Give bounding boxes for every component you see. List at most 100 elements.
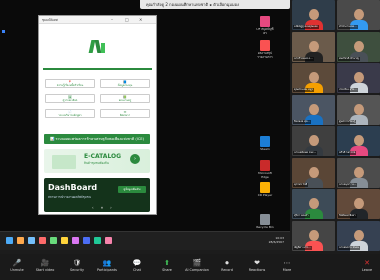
- participant-tile[interactable]: สุภาพร ใจดี: [292, 157, 335, 188]
- control-icon: 🎤: [12, 259, 22, 267]
- control-icon: 🎥: [40, 259, 50, 267]
- app-logo: [88, 38, 108, 55]
- control-label: Security: [70, 268, 84, 272]
- participant-tile[interactable]: สุริยา ทองคำ: [292, 189, 335, 219]
- participant-name: ประเทือง สุริย...: [338, 88, 358, 92]
- control-chat-button[interactable]: 💬 Chat: [122, 258, 152, 273]
- menu-button[interactable]: 🖼 ดูรายละเอียด: [45, 94, 95, 103]
- control-more-button[interactable]: ⋯ More: [272, 258, 302, 273]
- taskbar-app-icon[interactable]: [28, 237, 35, 244]
- participant-name: นายอนุชา วง...: [338, 182, 358, 187]
- participant-tile[interactable]: คุณส่วนเล่ม หนูร: [292, 63, 335, 93]
- dashboard-more-button[interactable]: ดูข้อมูลเพิ่มเติม: [118, 186, 146, 193]
- participant-avatar: [309, 135, 319, 146]
- control-share-button[interactable]: ⬆ Share: [152, 258, 182, 273]
- desktop-icon[interactable]: Microsoft Edge: [255, 160, 275, 179]
- control-start-video-button[interactable]: 🎥 Start video: [30, 258, 60, 273]
- menu-button-label: ระบบบริหารหลักสูตร: [58, 114, 82, 117]
- participant-avatar: [354, 166, 364, 178]
- app-icon: [260, 214, 270, 225]
- participant-tile[interactable]: นายสมชาย มั่นคง: [337, 220, 380, 251]
- taskbar-app-icon[interactable]: [6, 237, 13, 244]
- desktop-icon-label: Recycle Bin: [256, 225, 274, 229]
- control-label: Start video: [35, 268, 55, 272]
- desktop-icon[interactable]: Recycle Bin: [255, 214, 275, 230]
- menu-button[interactable]: ✉ ติดต่อเรา: [100, 109, 150, 118]
- participant-name: ปิยะพงษ์ สุข...: [293, 119, 311, 124]
- control-security-button[interactable]: 🛡 Security: [62, 258, 92, 273]
- maximize-icon[interactable]: □: [125, 16, 129, 24]
- ecatalog-banner[interactable]: E-CATALOG สินค้าชุมชนท้องถิ่น ›: [44, 149, 150, 173]
- taskbar-app-icon[interactable]: [17, 237, 24, 244]
- menu-button-label: ข้อมูลกองทุน: [117, 84, 133, 87]
- control-record-button[interactable]: ⏺ Record: [212, 258, 242, 273]
- participant-name: สมเกียรติ ชำนาญ: [338, 56, 360, 61]
- desktop-icon[interactable]: CR Player: [255, 182, 275, 198]
- menu-button[interactable]: 📘 ข้อมูลกองทุน: [100, 79, 150, 88]
- participant-tile[interactable]: สมเกียรติ ชำนาญ: [337, 31, 380, 62]
- participant-tile[interactable]: ปิยะพงษ์ สุข...: [292, 94, 335, 125]
- control-label: Reactions: [248, 268, 266, 272]
- participant-avatar: [309, 229, 319, 241]
- participant-tile[interactable]: นายเฉลิมพล ชนะ...: [292, 126, 335, 156]
- participant-tile[interactable]: ณัฐธิดา แก้ว...: [292, 220, 335, 251]
- app-icon: [260, 40, 270, 51]
- arrow-icon: ›: [130, 154, 140, 164]
- participant-name: ณัฐธิดา แก้ว...: [293, 245, 312, 250]
- taskbar-app-icon[interactable]: [72, 237, 79, 244]
- taskbar-app-icon[interactable]: [39, 237, 46, 244]
- participant-name: สำนักงานเขต...: [338, 25, 358, 29]
- control-reactions-button[interactable]: ❤ Reactions: [242, 258, 272, 273]
- app-icon: [260, 160, 270, 171]
- menu-button-label: ความรู้เรื่องหนี้ครัวเรือน: [56, 84, 84, 87]
- taskbar-app-icon[interactable]: [83, 237, 90, 244]
- control-ai-companion-button[interactable]: 🎬 AI Companion: [182, 258, 212, 273]
- participant-avatar: [309, 72, 319, 83]
- participant-tile[interactable]: นายวีระพงษ์ อ...: [292, 31, 335, 62]
- menu-button[interactable]: 📄 ระบบบริหารหลักสูตร: [45, 109, 95, 118]
- app-title: ชุมมณีนิเทศ: [42, 18, 58, 22]
- sharing-banner[interactable]: คุณกำลังดู 2 กองแผนศึกษาแห่งชาติ ๑ ตัวเล…: [140, 0, 290, 9]
- carousel-controls-icon[interactable]: ‹ ⏸ ›: [92, 205, 115, 210]
- leave-button[interactable]: ✕ Leave: [358, 258, 376, 273]
- desktop-icon[interactable]: Steam: [255, 136, 275, 152]
- dashboard-banner[interactable]: DashBoard สถานการณ์รายงานผลลัพธ์ชุมชน ดู…: [44, 178, 150, 212]
- taskbar-app-icon[interactable]: [61, 237, 68, 244]
- taskbar-app-icon[interactable]: [50, 237, 57, 244]
- participant-tile[interactable]: อภิรดี ไพโรจน์: [337, 126, 380, 156]
- leave-label: Leave: [361, 268, 373, 272]
- app-icon: [260, 136, 270, 147]
- control-unmute-button[interactable]: 🎤 Unmute: [2, 258, 32, 273]
- participant-avatar: [354, 72, 364, 83]
- participant-avatar: [354, 40, 364, 52]
- ice-system-button[interactable]: 📊 ระบบเผยแพร่ผลการรักษาเศรษฐกิจพอเพียงแห…: [44, 134, 150, 144]
- control-participants-button[interactable]: 👥 Participants: [92, 258, 122, 273]
- menu-button[interactable]: 📗 สอนงานครู: [100, 94, 150, 103]
- taskbar-clock[interactable]: 10:03 28/6/2567: [269, 236, 284, 244]
- participant-avatar: [354, 198, 364, 209]
- participant-tile[interactable]: ศูนย์การเรียนรู้: [337, 94, 380, 125]
- control-icon: 🛡: [72, 259, 82, 267]
- close-icon[interactable]: ✕: [139, 16, 142, 24]
- participant-tile[interactable]: ประเทือง สุริย...: [337, 63, 380, 93]
- meeting-controls: 🎤 Unmute 🎥 Start video 🛡 Security 👥 Participant…: [0, 254, 380, 280]
- dashboard-title: DashBoard: [48, 183, 98, 192]
- participant-tile[interactable]: มณีณัฏฐ์ ดองคุณแสง: [292, 0, 335, 30]
- participant-tile[interactable]: กิตติพงษ์ พึ่งพา: [337, 189, 380, 219]
- shared-screen: คุณกำลังดู 2 กองแผนศึกษาแห่งชาติ ๑ ตัวเล…: [0, 0, 290, 250]
- participant-tile[interactable]: สำนักงานเขต...: [337, 0, 380, 30]
- desktop-icon[interactable]: UF สมุดบัญชีคร: [255, 16, 275, 35]
- app-titlebar: ชุมมณีนิเทศ – □ ✕: [39, 16, 156, 24]
- minimize-icon[interactable]: –: [111, 16, 113, 24]
- desktop-icon[interactable]: ผลงานสรุป รายงานการ: [255, 40, 275, 59]
- taskbar-app-icon[interactable]: [94, 237, 101, 244]
- menu-button-label: ติดต่อเรา: [119, 114, 131, 117]
- participant-name: นายเฉลิมพล ชนะ...: [293, 151, 318, 155]
- desktop-icon-label: UF สมุดบัญชีคร: [256, 27, 274, 35]
- participant-name: กิตติพงษ์ พึ่งพา: [338, 214, 357, 218]
- participant-tile[interactable]: นายอนุชา วง...: [337, 157, 380, 188]
- control-label: Unmute: [10, 268, 24, 272]
- taskbar-app-icon[interactable]: [105, 237, 112, 244]
- menu-button[interactable]: 📍 ความรู้เรื่องหนี้ครัวเรือน: [45, 79, 95, 88]
- ecatalog-title: E-CATALOG: [84, 153, 122, 160]
